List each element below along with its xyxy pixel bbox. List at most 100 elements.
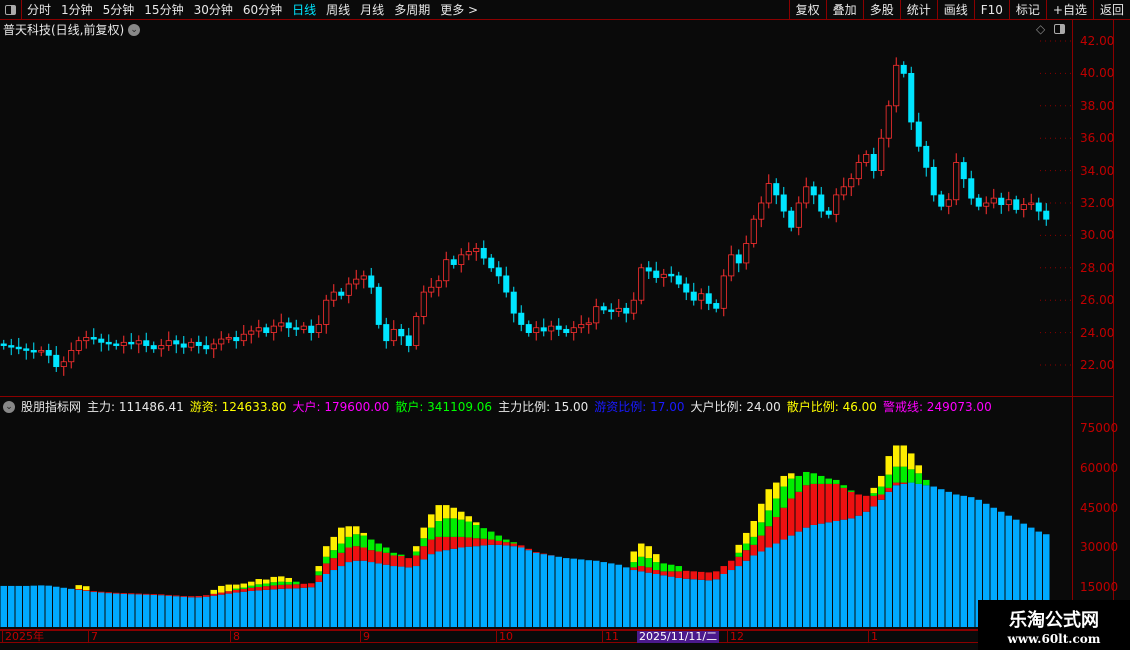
candle-up — [758, 202, 765, 220]
bar-yellow — [270, 576, 277, 583]
pane-divider[interactable] — [0, 396, 1113, 397]
bar-yellow — [758, 503, 765, 523]
candle-down — [495, 267, 502, 277]
candle-up — [443, 259, 450, 282]
bar-blue — [893, 485, 900, 627]
candle-down — [555, 325, 562, 330]
bar-blue — [368, 562, 375, 627]
bar-blue — [698, 579, 705, 627]
bar-yellow — [345, 526, 352, 537]
bar-green — [263, 583, 270, 587]
bar-red — [300, 583, 307, 588]
bar-red — [518, 545, 525, 548]
bar-blue — [863, 511, 870, 627]
candle-up — [278, 322, 285, 327]
candle-up — [60, 361, 67, 368]
bar-red — [638, 566, 645, 572]
candle-down — [195, 341, 202, 346]
bar-red — [353, 546, 360, 561]
bar-blue — [420, 559, 427, 627]
bar-red — [458, 536, 465, 548]
candle-up — [795, 202, 802, 228]
candle-down — [968, 178, 975, 199]
candle-up — [1028, 202, 1035, 206]
bar-blue — [713, 579, 720, 627]
chevron-down-icon[interactable]: ⌄ — [3, 400, 15, 413]
bar-yellow — [908, 453, 915, 470]
bar-yellow — [285, 577, 292, 582]
bar-red — [83, 590, 90, 591]
bar-yellow — [735, 544, 742, 553]
bar-green — [795, 475, 802, 492]
candle-up — [345, 283, 352, 296]
price-tick-label: 42.00 — [1080, 34, 1115, 48]
candle-up — [473, 247, 480, 253]
candle-up — [413, 315, 420, 346]
candle-down — [368, 275, 375, 288]
candle-down — [623, 307, 630, 314]
bar-blue — [930, 486, 937, 627]
bar-red — [338, 552, 345, 567]
indicator-name[interactable]: 股朋指标网 — [21, 398, 81, 415]
bar-green — [398, 554, 405, 556]
candle-up — [458, 254, 465, 265]
bar-red — [240, 588, 247, 592]
candle-up — [885, 105, 892, 139]
bar-green — [645, 558, 652, 568]
bar-green — [825, 478, 832, 484]
bar-red — [870, 495, 877, 507]
candle-up — [660, 273, 667, 278]
bar-red — [758, 535, 765, 552]
candle-up — [638, 267, 645, 301]
bar-blue — [480, 545, 487, 627]
bar-blue — [803, 527, 810, 627]
bar-blue — [848, 518, 855, 627]
bar-blue — [548, 555, 555, 627]
date-tick-label: 2025年 — [2, 631, 44, 643]
bar-green — [383, 547, 390, 553]
bar-blue — [780, 539, 787, 627]
bar-green — [473, 524, 480, 539]
bar-blue — [428, 554, 435, 627]
bar-red — [818, 483, 825, 524]
candle-up — [1020, 204, 1027, 210]
bar-blue — [503, 545, 510, 627]
bar-blue — [533, 552, 540, 627]
candle-up — [240, 333, 247, 342]
bar-red — [143, 593, 150, 595]
bar-red — [413, 555, 420, 567]
bar-yellow — [750, 521, 757, 537]
bar-red — [743, 550, 750, 561]
bar-yellow — [435, 505, 442, 521]
candle-up — [720, 275, 727, 309]
bar-red — [375, 551, 382, 564]
bar-yellow — [630, 551, 637, 563]
bar-blue — [750, 555, 757, 627]
bar-red — [113, 592, 120, 594]
bar-red — [383, 552, 390, 565]
bar-blue — [300, 587, 307, 627]
bar-blue — [525, 550, 532, 627]
bar-blue — [158, 595, 165, 627]
bar-blue — [38, 585, 45, 627]
indicator-value: 大户比例: 24.00 — [690, 400, 781, 414]
candle-down — [540, 327, 547, 332]
bar-blue — [413, 566, 420, 627]
candle-down — [285, 322, 292, 329]
bar-yellow — [473, 522, 480, 525]
bar-red — [660, 571, 667, 576]
bar-green — [758, 522, 765, 536]
indicator-tick-label: 75000 — [1080, 421, 1119, 435]
bar-blue — [608, 563, 615, 627]
toolbar-button[interactable]: 返回 — [1092, 0, 1130, 20]
bar-yellow — [653, 554, 660, 563]
candle-down — [8, 345, 15, 348]
candle-up — [270, 325, 277, 333]
candle-down — [810, 186, 817, 196]
bar-red — [533, 552, 540, 553]
candle-up — [578, 324, 585, 329]
bar-red — [270, 585, 277, 590]
candle-down — [338, 291, 345, 296]
bar-green — [870, 493, 877, 496]
bar-red — [540, 553, 547, 555]
